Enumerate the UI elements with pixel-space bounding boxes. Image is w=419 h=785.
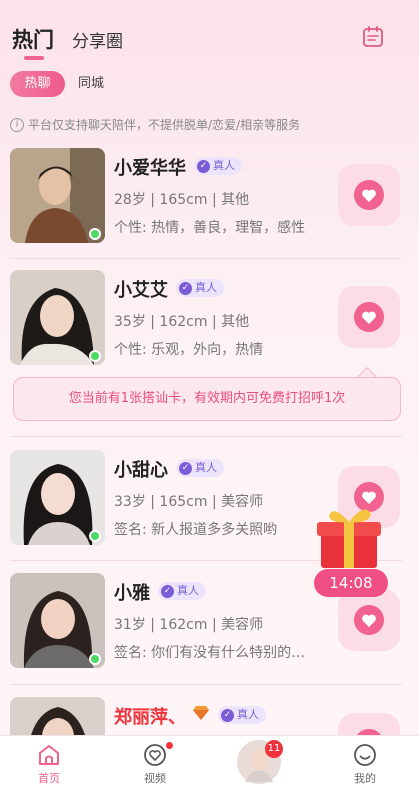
smiley-icon: [353, 743, 377, 771]
tab-video-label: 视频: [144, 772, 166, 785]
tab-home-label: 首页: [38, 772, 60, 785]
verified-icon: ✓: [197, 159, 210, 173]
profile-info: 31岁 | 162cm | 美容师: [114, 617, 264, 633]
bottom-tab-bar: 首页 视频 我的: [0, 735, 419, 785]
platform-notice: i 平台仅支持聊天陪伴，不提供脱单/恋爱/相亲等服务: [10, 116, 300, 133]
gift-countdown[interactable]: 14:08: [314, 569, 388, 597]
profile-card[interactable]: 小爱华华 ✓ 真人 28岁 | 165cm | 其他 个性: 热情，善良，理智，…: [0, 148, 419, 268]
profile-bio: 签名: 新人报道多多关照哟: [114, 522, 278, 538]
verified-badge: ✓ 真人: [176, 459, 224, 477]
profile-bio: 签名: 你们有没有什么特别的…: [114, 645, 306, 661]
tab-hot-indicator: [24, 56, 44, 60]
greet-heart-button[interactable]: [338, 286, 400, 348]
verified-badge: ✓ 真人: [194, 157, 242, 175]
info-icon: i: [10, 117, 24, 132]
verified-badge: ✓ 真人: [176, 279, 224, 297]
tab-center-avatar[interactable]: [224, 736, 294, 785]
profile-name: 小艾艾: [114, 280, 168, 301]
center-tab-badge: 11: [265, 740, 283, 758]
profile-name: 郑丽萍、: [114, 707, 186, 728]
calendar-icon[interactable]: [362, 26, 384, 48]
profile-bio: 个性: 乐观，外向，热情: [114, 342, 264, 358]
verified-icon: ✓: [221, 708, 234, 722]
tab-mine-label: 我的: [354, 772, 376, 785]
tab-video[interactable]: 视频: [120, 736, 190, 785]
video-notification-dot: [166, 742, 173, 749]
profile-card[interactable]: 小艾艾 ✓ 真人 35岁 | 162cm | 其他 个性: 乐观，外向，热情: [0, 270, 419, 390]
verified-icon: ✓: [161, 584, 174, 598]
greet-heart-button[interactable]: [338, 713, 400, 735]
greet-heart-button[interactable]: [338, 589, 400, 651]
heart-icon: [354, 605, 384, 635]
notice-text: 平台仅支持聊天陪伴，不提供脱单/恋爱/相亲等服务: [28, 118, 301, 132]
profile-info: 33岁 | 165cm | 美容师: [114, 494, 264, 510]
verified-icon: ✓: [179, 281, 192, 295]
verified-badge: ✓ 真人: [218, 706, 266, 724]
tab-hot[interactable]: 热门: [12, 24, 54, 54]
profile-bio: 个性: 热情，善良，理智，感性: [114, 220, 306, 236]
greeting-card-tip: 您当前有1张搭讪卡，有效期内可免费打招呼1次: [13, 377, 401, 421]
profile-name: 小甜心: [114, 460, 168, 481]
verified-icon: ✓: [179, 461, 192, 475]
profile-info: 35岁 | 162cm | 其他: [114, 314, 250, 330]
filter-same-city[interactable]: 同城: [78, 71, 104, 97]
gift-box-icon[interactable]: [311, 498, 385, 572]
profile-name: 小雅: [114, 583, 150, 604]
greet-heart-button[interactable]: [338, 164, 400, 226]
online-indicator: [89, 350, 101, 362]
header: 热门 分享圈 热聊 同城 i 平台仅支持聊天陪伴，不提供脱单/恋爱/相亲等服务: [0, 0, 419, 150]
avatar[interactable]: [10, 697, 105, 735]
heart-icon: [354, 302, 384, 332]
video-heart-icon: [143, 743, 167, 771]
home-icon: [37, 743, 61, 771]
heart-icon: [354, 180, 384, 210]
divider: [10, 436, 402, 437]
divider: [10, 684, 402, 685]
online-indicator: [89, 653, 101, 665]
tab-share-circle[interactable]: 分享圈: [72, 27, 123, 52]
diamond-icon: [192, 705, 210, 725]
filter-hot-chat[interactable]: 热聊: [10, 71, 65, 97]
divider: [10, 258, 402, 259]
online-indicator: [89, 228, 101, 240]
tab-home[interactable]: 首页: [14, 736, 84, 785]
online-indicator: [89, 530, 101, 542]
profile-name: 小爱华华: [114, 158, 186, 179]
verified-badge: ✓ 真人: [158, 582, 206, 600]
tab-mine[interactable]: 我的: [330, 736, 400, 785]
profile-info: 28岁 | 165cm | 其他: [114, 192, 250, 208]
profile-card[interactable]: 郑丽萍、 ✓ 真人: [0, 697, 419, 735]
